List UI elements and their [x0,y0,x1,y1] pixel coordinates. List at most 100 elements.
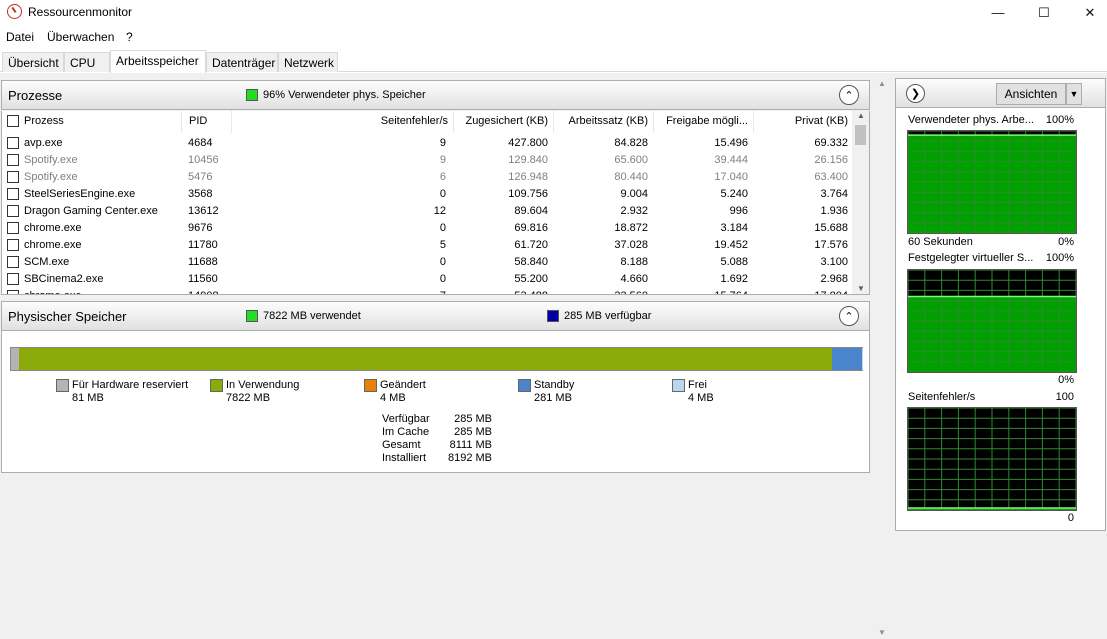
legend-swatch [210,379,223,392]
column-header-seitenfehler[interactable]: Seitenfehler/s [232,111,454,133]
legend-swatch [672,379,685,392]
menu-ueberwachen[interactable]: Überwachen [47,30,114,44]
scroll-up-icon[interactable]: ▲ [878,79,886,88]
process-name: SBCinema2.exe [24,273,104,285]
column-header-zugesichert[interactable]: ˇ Zugesichert (KB) [454,111,554,133]
legend-name: Für Hardware reserviert [72,379,189,391]
row-checkbox[interactable] [7,171,19,183]
cell-pid: 11560 [188,273,218,285]
collapse-processes-button[interactable]: ⌃ [839,85,859,105]
physical-memory-title: Physischer Speicher [8,309,127,324]
cell-faults: 0 [439,188,446,200]
cell-commit: 58.840 [514,256,548,268]
select-all-checkbox[interactable] [7,115,19,127]
legend-value: 281 MB [534,392,572,404]
table-row[interactable]: chrome.exe 14908 7 53.488 33.560 15.764 17.804 [2,288,854,294]
views-button[interactable]: Ansichten [996,83,1066,105]
table-row[interactable]: SteelSeriesEngine.exe 3568 0 109.756 9.004 5.… [2,186,854,203]
maximize-button[interactable]: ☐ [1021,0,1067,25]
tab-uebersicht[interactable]: Übersicht [2,52,64,72]
table-row[interactable]: Spotify.exe 10456 9 129.840 65.600 39.444 26.1… [2,152,854,169]
row-checkbox[interactable] [7,154,19,166]
process-name: Spotify.exe [24,154,78,166]
row-checkbox[interactable] [7,239,19,251]
stat-im-cache: Im Cache 285 MB [382,426,492,438]
row-checkbox[interactable] [7,222,19,234]
cell-priv: 3.764 [820,188,848,200]
window-title: Ressourcenmonitor [28,5,133,19]
cell-pid: 13612 [188,205,219,217]
column-header-privat[interactable]: Privat (KB) [754,111,854,133]
column-header-arbeitssatz[interactable]: Arbeitssatz (KB) [554,111,654,133]
legend-name: Standby [534,379,575,391]
scroll-down-icon[interactable]: ▼ [857,284,865,293]
close-button[interactable]: ✕ [1067,0,1107,25]
used-text: 7822 MB verwendet [263,310,361,322]
cell-share: 15.764 [654,290,748,294]
cell-ws: 84.828 [614,137,648,149]
menu-datei[interactable]: Datei [6,30,34,44]
graph3-top-pct: 100 [1055,391,1074,403]
scrollbar-thumb[interactable] [855,125,866,145]
row-checkbox[interactable] [7,205,19,217]
tab-cpu[interactable]: CPU [64,52,110,72]
graph1-time-label: 60 Sekunden [908,236,973,248]
column-header-prozess[interactable]: Prozess [2,111,182,133]
menu-help[interactable]: ? [126,30,133,44]
table-row[interactable]: SCM.exe 11688 0 58.840 8.188 5.088 3.100 [2,254,854,271]
table-row[interactable]: avp.exe 4684 9 427.800 84.828 15.496 69.332 [2,135,854,152]
table-row[interactable]: Dragon Gaming Center.exe 13612 12 89.604 2.9… [2,203,854,220]
legend-value: 81 MB [72,392,104,404]
tab-netzwerk[interactable]: Netzwerk [278,52,338,72]
physical-memory-panel: Für Hardware reserviert 81 MB In Verwendun… [1,331,870,473]
cell-faults: 5 [439,239,446,251]
tab-arbeitsspeicher[interactable]: Arbeitsspeicher [110,50,206,73]
legend-value: 4 MB [688,392,714,404]
graph-plot [907,130,1077,234]
scroll-up-icon[interactable]: ▲ [857,111,865,120]
minimize-button[interactable]: — [975,0,1021,25]
row-checkbox[interactable] [7,137,19,149]
cell-faults: 0 [439,273,446,285]
expand-arrow-icon[interactable]: ❯ [906,84,925,103]
graph-committed-virtual [907,269,1077,373]
memory-bar [10,347,863,371]
graph-plot [907,269,1077,373]
processes-scrollbar[interactable]: ▲ ▼ [852,111,869,294]
table-row[interactable]: chrome.exe 11780 5 61.720 37.028 19.452 17.576 [2,237,854,254]
tab-datentraeger[interactable]: Datenträger [206,52,278,72]
physical-memory-header[interactable]: Physischer Speicher 7822 MB verwendet 28… [1,301,870,331]
collapse-physical-memory-button[interactable]: ⌃ [839,306,859,326]
column-header-freigabe[interactable]: Freigabe mögli... [654,111,754,133]
row-checkbox[interactable] [7,256,19,268]
cell-share: 5.240 [720,188,748,200]
row-checkbox[interactable] [7,273,19,285]
table-row[interactable]: Spotify.exe 5476 6 126.948 80.440 17.040 63.40… [2,169,854,186]
row-checkbox[interactable] [7,188,19,200]
views-dropdown-icon[interactable]: ▼ [1066,83,1082,105]
process-name: avp.exe [24,137,63,149]
cell-faults: 6 [439,171,446,183]
graph2-bottom-pct: 0% [1058,374,1074,386]
cell-ws: 80.440 [614,171,648,183]
table-row[interactable]: SBCinema2.exe 11560 0 55.200 4.660 1.692 2.968 [2,271,854,288]
legend-name: Geändert [380,379,426,391]
cell-commit: 427.800 [508,137,548,149]
table-row[interactable]: chrome.exe 9676 0 69.816 18.872 3.184 15.688 [2,220,854,237]
memory-usage-text: 96% Verwendeter phys. Speicher [263,89,426,101]
cell-faults: 0 [439,256,446,268]
cell-commit: 126.948 [508,171,548,183]
available-indicator [547,310,559,322]
row-checkbox[interactable] [7,290,19,294]
legend-swatch [56,379,69,392]
processes-header[interactable]: Prozesse 96% Verwendeter phys. Speicher … [1,80,870,110]
cell-pid: 11780 [188,239,218,251]
cell-priv: 2.968 [820,273,848,285]
cell-pid: 11688 [188,256,218,268]
main-scrollbar[interactable]: ▲ ▼ [873,78,890,639]
graph-page-faults [907,407,1077,511]
column-header-pid[interactable]: PID [182,111,232,133]
scroll-down-icon[interactable]: ▼ [878,628,886,637]
cell-faults: 12 [433,205,446,217]
cell-commit: 55.200 [514,273,548,285]
